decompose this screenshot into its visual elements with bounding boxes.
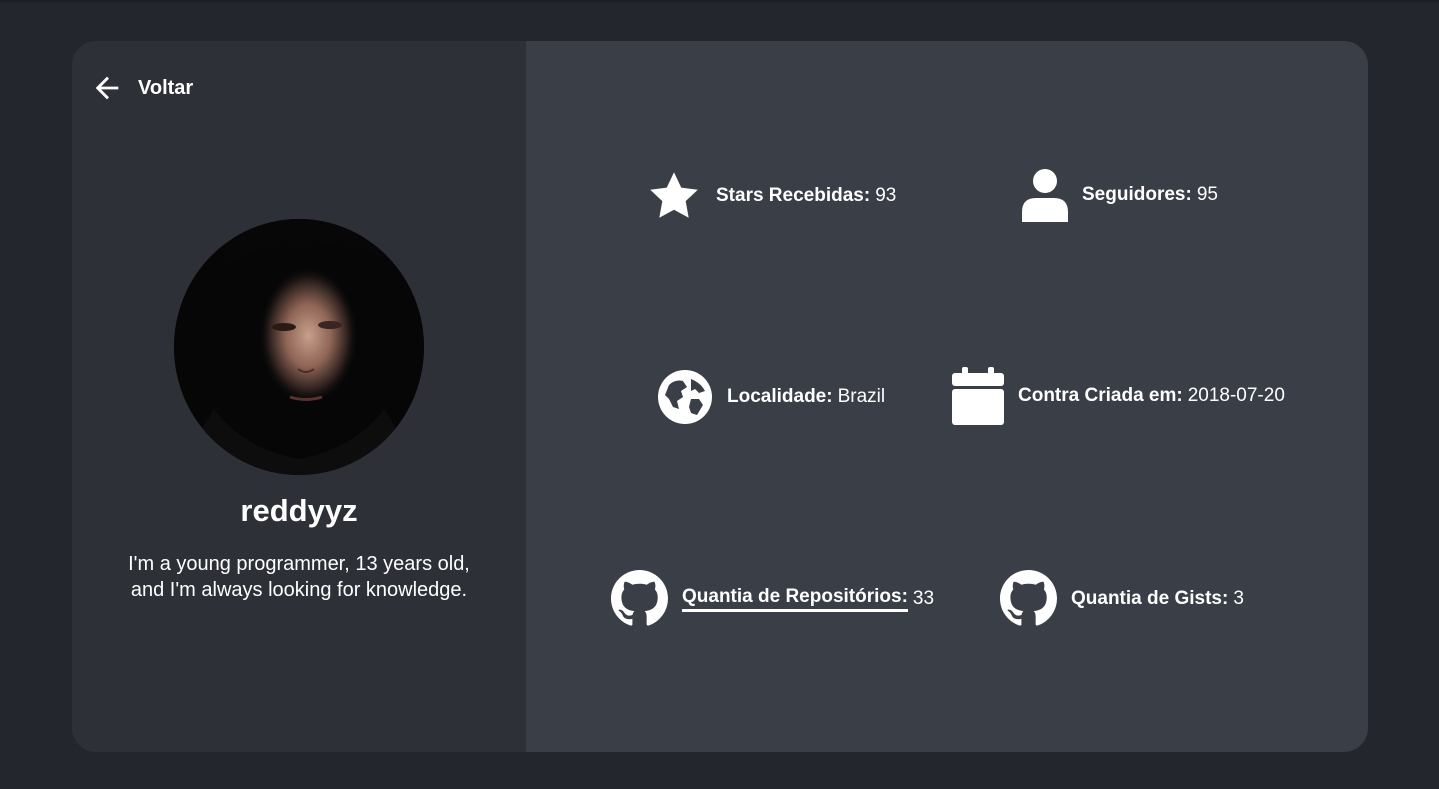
repos-link[interactable]: Quantia de Repositórios: <box>682 586 908 612</box>
stat-followers-value: 95 <box>1196 184 1218 205</box>
github-icon <box>1000 570 1057 627</box>
username: reddyyz <box>240 493 358 528</box>
back-button[interactable]: Voltar <box>90 71 193 105</box>
top-border <box>0 0 1439 2</box>
calendar-icon <box>952 367 1004 425</box>
globe-icon <box>657 369 713 425</box>
back-label: Voltar <box>138 76 194 99</box>
stat-gists: Quantia de Gists: 3 <box>1000 570 1244 627</box>
arrow-left-icon <box>95 76 119 100</box>
github-icon <box>611 570 668 627</box>
stat-created-value: 2018-07-20 <box>1187 385 1285 406</box>
stat-created-label: Contra Criada em: <box>1018 385 1183 406</box>
stat-location-label: Localidade: <box>727 386 833 407</box>
star-icon <box>646 168 702 224</box>
stat-location-value: Brazil <box>837 386 886 407</box>
user-bio: I'm a young programmer, 13 years old, an… <box>128 553 470 601</box>
stat-gists-value: 3 <box>1233 587 1244 609</box>
avatar <box>174 219 424 475</box>
stat-followers: Seguidores: 95 <box>1022 168 1218 222</box>
stat-repos-value: 33 <box>912 587 935 609</box>
stat-stars-label: Stars Recebidas: <box>716 185 871 206</box>
stat-created: Contra Criada em: 2018-07-20 <box>952 367 1285 425</box>
stat-stars: Stars Recebidas: 93 <box>646 168 896 224</box>
profile-card: Voltar reddyyz I'm a young programmer, 1… <box>72 41 1368 752</box>
avatar-image <box>174 219 424 475</box>
stat-stars-value: 93 <box>875 185 897 206</box>
stats-panel: Stars Recebidas: 93 Seguidores: 95 Local… <box>526 41 1368 752</box>
stat-repos: Quantia de Repositórios: 33 <box>611 570 934 627</box>
stat-location: Localidade: Brazil <box>657 369 885 425</box>
user-icon <box>1022 168 1068 222</box>
profile-panel: Voltar reddyyz I'm a young programmer, 1… <box>72 41 526 752</box>
stat-followers-label: Seguidores: <box>1082 184 1192 205</box>
stat-gists-label: Quantia de Gists: <box>1071 587 1229 609</box>
